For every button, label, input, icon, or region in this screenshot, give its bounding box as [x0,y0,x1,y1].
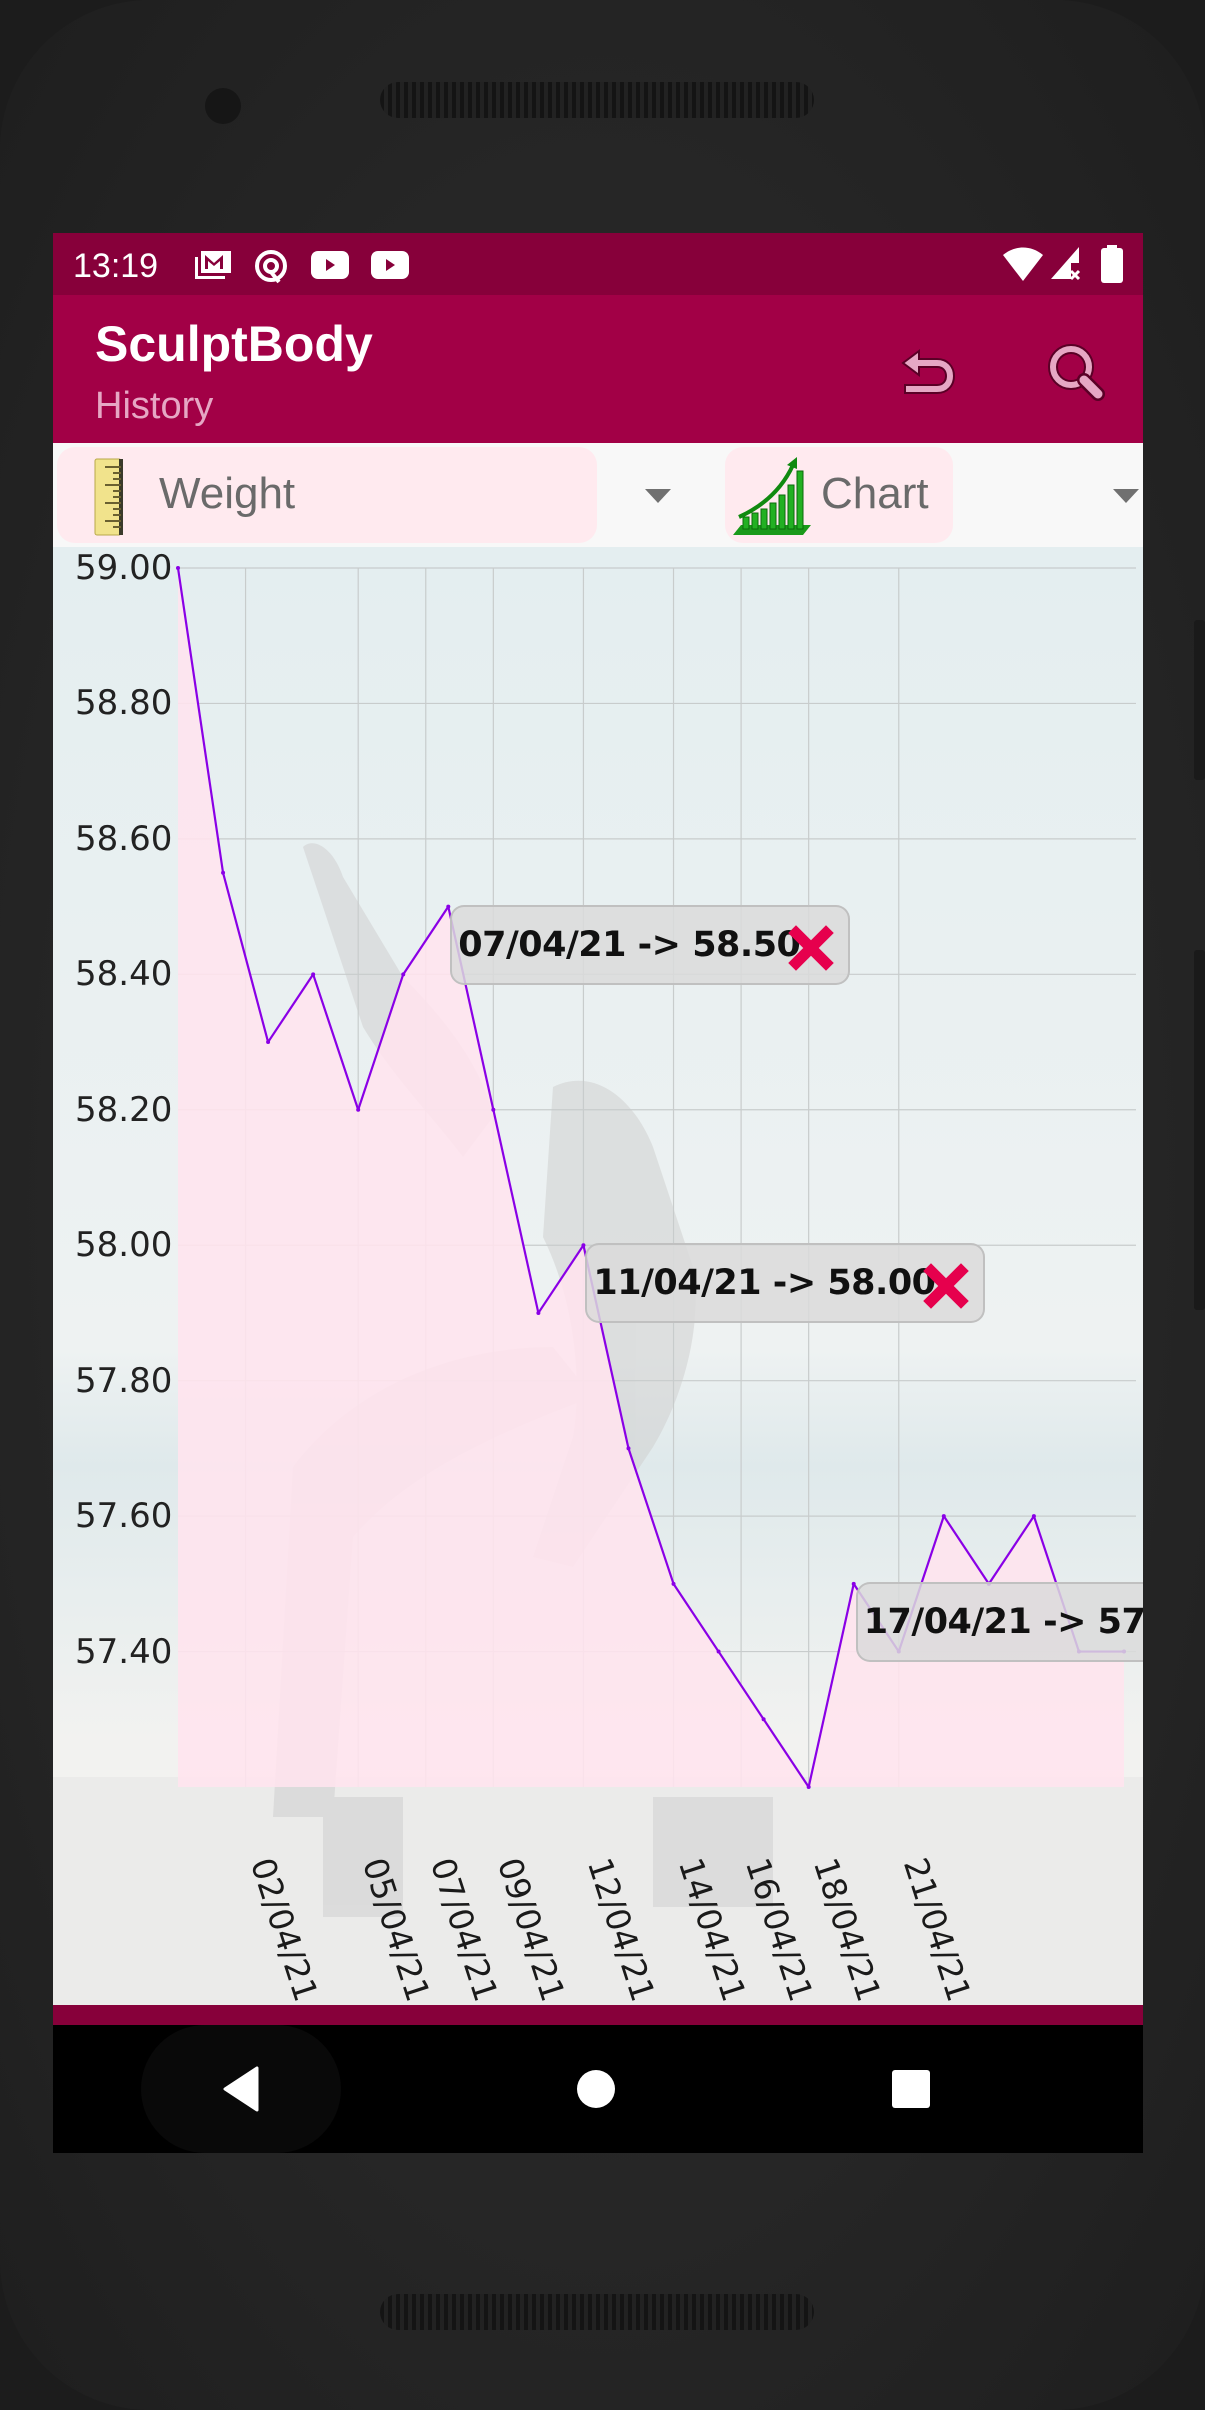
y-tick-label: 58.20 [75,1089,173,1130]
status-time: 13:19 [73,247,159,285]
y-tick-label: 57.40 [75,1631,173,1672]
recents-square-icon [892,2070,930,2108]
data-point[interactable] [1031,1514,1036,1519]
chevron-down-icon [645,489,671,503]
wifi-icon [1003,247,1043,281]
data-point[interactable] [266,1040,271,1045]
data-point[interactable] [536,1310,541,1315]
ruler-icon [94,458,123,536]
data-point[interactable] [176,566,180,570]
at-sign-notification-icon [255,250,287,284]
gmail-notification-icon [195,251,231,279]
annotation-text: 17/04/21 -> 57.50 [863,1601,1143,1642]
phone-frame: 13:19 SculptBody History Weight Chart 59… [0,0,1205,2410]
filter-toolbar: Weight Chart [53,443,1143,547]
growth-chart-icon [733,457,811,535]
y-tick-label: 58.80 [75,683,173,724]
data-point[interactable] [626,1446,631,1451]
delete-entry-close-icon[interactable] [923,1263,970,1309]
undo-arrow-icon [901,349,956,394]
data-point[interactable] [221,870,226,875]
screen-subtitle: History [95,385,214,427]
volume-button [1194,620,1205,780]
view-selected: Chart [821,469,929,518]
back-triangle-icon [223,2066,259,2112]
app-bar: SculptBody History [53,295,1143,443]
delete-entry-close-icon[interactable] [788,924,835,971]
data-point[interactable] [401,972,406,977]
app-title: SculptBody [95,316,373,372]
no-signal-icon [1051,247,1081,283]
y-tick-label: 58.60 [75,818,173,859]
annotation-text: 11/04/21 -> 58.00 [593,1263,936,1304]
view-dropdown[interactable]: Chart [725,447,1143,543]
search-button[interactable] [1037,333,1117,413]
navigation-bar [53,2025,1143,2153]
data-point[interactable] [806,1785,811,1789]
chart-area: 59.00 58.80 58.60 58.40 58.20 58.00 57.80 57.60… [53,547,1143,2005]
youtube-notification-icon [311,251,349,279]
data-point[interactable] [761,1717,766,1722]
data-point[interactable] [671,1581,676,1586]
measure-chip [57,447,597,543]
bottom-accent-bar [53,2005,1143,2025]
point-annotation[interactable]: 17/04/21 -> 57.50 [855,1581,1143,1662]
screen: 13:19 SculptBody History Weight Chart 59… [53,233,1143,2153]
data-point[interactable] [851,1581,856,1586]
point-annotation[interactable]: 11/04/21 -> 58.00 [585,1243,986,1324]
power-button [1194,950,1205,1310]
data-point[interactable] [446,904,451,909]
y-tick-label: 57.60 [75,1496,173,1537]
data-point[interactable] [941,1514,946,1519]
earpiece-speaker [380,82,814,118]
chevron-down-icon [1113,489,1139,503]
youtube-notification-icon [371,251,409,279]
data-point[interactable] [581,1243,586,1248]
status-bar: 13:19 [53,233,1143,295]
measure-dropdown[interactable]: Weight [53,447,713,543]
annotation-text: 07/04/21 -> 58.50 [458,924,801,965]
home-button[interactable] [506,2025,686,2153]
data-point[interactable] [356,1107,361,1112]
back-button[interactable] [141,2025,341,2153]
y-tick-label: 58.00 [75,1225,173,1266]
front-camera [205,88,241,124]
point-annotation[interactable]: 07/04/21 -> 58.50 [450,904,851,985]
data-point[interactable] [716,1649,721,1654]
data-point[interactable] [491,1107,496,1112]
data-point[interactable] [311,972,316,977]
y-tick-label: 59.00 [75,548,173,588]
recents-button[interactable] [821,2025,1001,2153]
y-tick-label: 58.40 [75,954,173,995]
y-tick-label: 57.80 [75,1360,173,1401]
undo-button[interactable] [889,333,969,413]
battery-icon [1101,245,1123,283]
search-icon [1048,344,1105,401]
bottom-speaker [380,2294,814,2330]
measure-selected: Weight [159,469,296,518]
home-circle-icon [577,2070,615,2108]
